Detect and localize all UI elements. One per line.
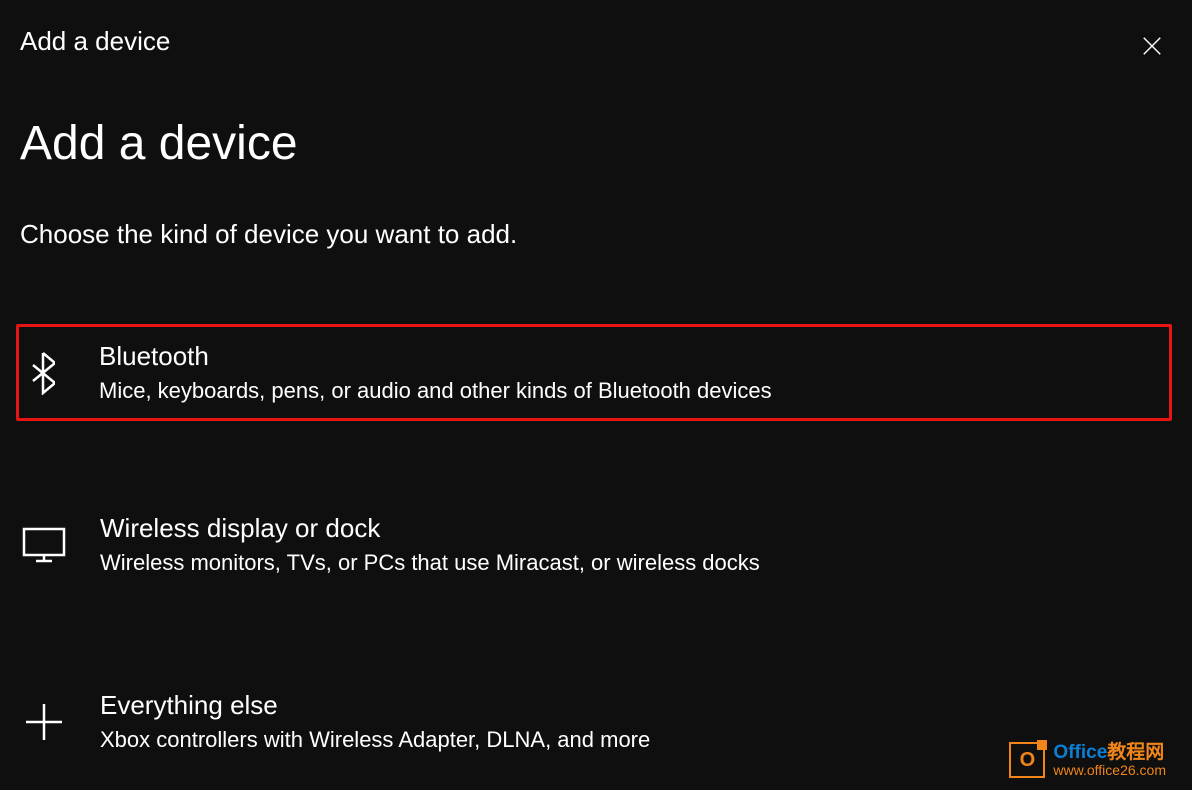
watermark-brand: Office [1053,742,1107,763]
option-wireless-display[interactable]: Wireless display or dock Wireless monito… [20,499,1172,590]
close-icon [1141,35,1163,57]
option-everything-else-title: Everything else [100,690,650,721]
titlebar: Add a device [0,0,1192,66]
close-button[interactable] [1132,26,1172,66]
plus-icon [22,700,66,744]
page-title: Add a device [20,116,1172,171]
option-wireless-display-title: Wireless display or dock [100,513,760,544]
option-bluetooth-texts: Bluetooth Mice, keyboards, pens, or audi… [99,341,772,404]
option-wireless-display-texts: Wireless display or dock Wireless monito… [100,513,760,576]
option-everything-else-desc: Xbox controllers with Wireless Adapter, … [100,727,650,753]
watermark-suffix: 教程网 [1107,742,1164,763]
option-bluetooth-desc: Mice, keyboards, pens, or audio and othe… [99,378,772,404]
option-bluetooth[interactable]: Bluetooth Mice, keyboards, pens, or audi… [16,324,1172,421]
bluetooth-icon [21,351,65,395]
monitor-icon [22,523,66,567]
option-bluetooth-title: Bluetooth [99,341,772,372]
watermark-text: Office教程网 www.office26.com [1053,743,1166,778]
watermark: O Office教程网 www.office26.com [1009,742,1166,778]
dialog-content: Add a device Choose the kind of device y… [0,66,1192,767]
watermark-brand-line: Office教程网 [1053,743,1166,763]
page-subtitle: Choose the kind of device you want to ad… [20,219,1172,250]
option-wireless-display-desc: Wireless monitors, TVs, or PCs that use … [100,550,760,576]
option-everything-else[interactable]: Everything else Xbox controllers with Wi… [20,676,1172,767]
watermark-url: www.office26.com [1053,763,1166,778]
watermark-logo: O [1009,742,1045,778]
option-everything-else-texts: Everything else Xbox controllers with Wi… [100,690,650,753]
window-title: Add a device [20,26,170,57]
